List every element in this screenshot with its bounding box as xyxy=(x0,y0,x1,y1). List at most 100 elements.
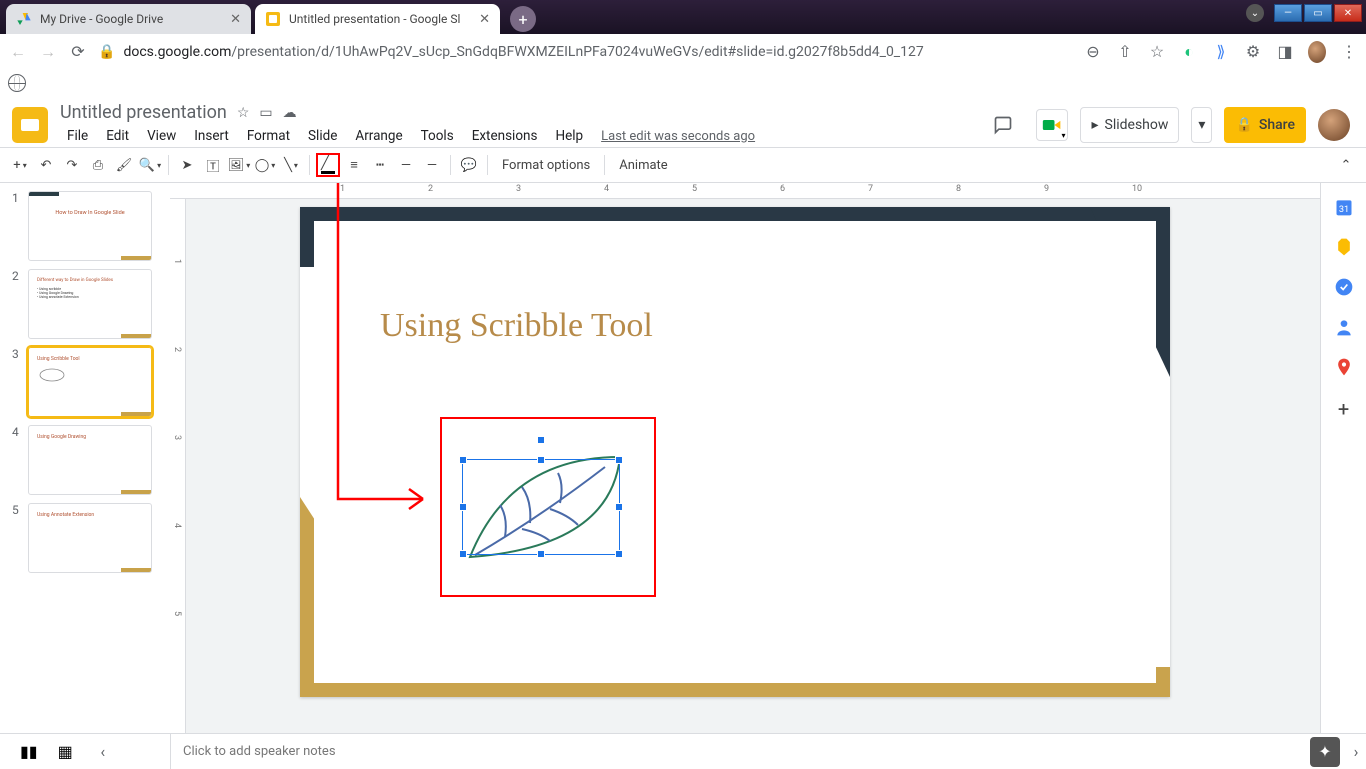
minimize-button[interactable]: — xyxy=(1274,4,1302,22)
slideshow-button[interactable]: ▸ Slideshow xyxy=(1080,107,1179,143)
slide-editor[interactable]: Using Scribble Tool xyxy=(300,207,1170,697)
add-addon-button[interactable]: + xyxy=(1338,397,1349,421)
profile-avatar[interactable] xyxy=(1308,43,1326,61)
browser-tab-slides[interactable]: Untitled presentation - Google Sl ✕ xyxy=(255,4,500,34)
filmstrip-view-button[interactable]: ▮▮ xyxy=(20,742,38,761)
menu-format[interactable]: Format xyxy=(240,125,297,147)
resize-handle-ne[interactable] xyxy=(615,456,623,464)
comments-button[interactable] xyxy=(982,107,1024,143)
print-button[interactable]: ⎙ xyxy=(86,153,110,177)
maximize-button[interactable]: ▭ xyxy=(1304,4,1332,22)
textbox-tool[interactable]: 🅃 xyxy=(201,153,225,177)
close-icon[interactable]: ✕ xyxy=(479,12,490,27)
slide-title-text[interactable]: Using Scribble Tool xyxy=(380,307,653,345)
reload-button[interactable]: ⟳ xyxy=(68,42,88,62)
contacts-icon[interactable] xyxy=(1334,317,1354,337)
thumb-slide-3[interactable]: Using Scribble Tool xyxy=(28,347,152,417)
close-icon[interactable]: ✕ xyxy=(230,12,241,27)
maps-icon[interactable] xyxy=(1334,357,1354,377)
cloud-icon[interactable]: ☁ xyxy=(283,105,297,121)
collapse-toolbar-button[interactable]: ⌃ xyxy=(1334,153,1358,177)
menu-help[interactable]: Help xyxy=(548,125,590,147)
move-icon[interactable]: ▭ xyxy=(259,105,272,121)
slides-logo-icon[interactable] xyxy=(12,107,48,143)
thumb-slide-1[interactable]: How to Draw In Google Slide xyxy=(28,191,152,261)
tasks-icon[interactable] xyxy=(1334,277,1354,297)
doc-title[interactable]: Untitled presentation xyxy=(60,102,227,123)
resize-handle-nw[interactable] xyxy=(459,456,467,464)
meet-button[interactable]: ▾ xyxy=(1036,109,1068,141)
menu-slide[interactable]: Slide xyxy=(301,125,344,147)
undo-button[interactable]: ↶ xyxy=(34,153,58,177)
collapse-filmstrip-button[interactable]: ‹ xyxy=(93,742,113,761)
explore-button[interactable]: ✦ xyxy=(1310,737,1340,767)
line-end-button[interactable]: — xyxy=(420,153,444,177)
thumb-slide-5[interactable]: Using Annotate Extension xyxy=(28,503,152,573)
paint-format-button[interactable]: 🖌 xyxy=(112,153,136,177)
filmstrip[interactable]: 1How to Draw In Google Slide 2Different … xyxy=(0,183,170,733)
select-tool[interactable]: ➤ xyxy=(175,153,199,177)
star-outline-icon[interactable]: ☆ xyxy=(237,105,250,121)
menu-arrange[interactable]: Arrange xyxy=(348,125,409,147)
menu-edit[interactable]: Edit xyxy=(99,125,136,147)
forward-button[interactable]: → xyxy=(38,42,58,62)
resize-handle-n[interactable] xyxy=(537,456,545,464)
browser-tab-drive[interactable]: My Drive - Google Drive ✕ xyxy=(6,4,251,34)
vertical-ruler[interactable]: 12345 xyxy=(170,199,186,733)
extension-icon[interactable]: ◐ xyxy=(1180,43,1198,61)
line-tool[interactable]: ╲ xyxy=(279,153,303,177)
window-close-button[interactable]: ✕ xyxy=(1334,4,1362,22)
keep-icon[interactable] xyxy=(1334,237,1354,257)
url-field[interactable]: 🔒 docs.google.com/presentation/d/1UhAwPq… xyxy=(98,44,1074,60)
cast-icon[interactable]: ⟫ xyxy=(1212,43,1230,61)
share-button[interactable]: 🔒 Share xyxy=(1224,107,1306,143)
thumb-slide-4[interactable]: Using Google Drawing xyxy=(28,425,152,495)
format-options-button[interactable]: Format options xyxy=(494,158,598,173)
drive-icon xyxy=(16,11,32,27)
account-avatar[interactable] xyxy=(1318,109,1350,141)
horizontal-ruler[interactable]: 12345678910 xyxy=(170,183,1320,199)
grid-view-button[interactable]: ▦ xyxy=(58,742,73,761)
menu-tools[interactable]: Tools xyxy=(414,125,461,147)
extensions-icon[interactable]: ⚙ xyxy=(1244,43,1262,61)
line-dash-button[interactable]: ┅ xyxy=(368,153,392,177)
menu-extensions[interactable]: Extensions xyxy=(465,125,545,147)
collapse-side-panel-button[interactable]: › xyxy=(1346,742,1366,761)
line-weight-button[interactable]: ≡ xyxy=(342,153,366,177)
thumb-title: Using Scribble Tool xyxy=(37,356,143,362)
thumb-slide-2[interactable]: Different way to Draw in Google Slides• … xyxy=(28,269,152,339)
redo-button[interactable]: ↷ xyxy=(60,153,84,177)
resize-handle-e[interactable] xyxy=(615,503,623,511)
last-edit-link[interactable]: Last edit was seconds ago xyxy=(594,126,762,147)
canvas[interactable]: 12345678910 12345 Using Scribble Tool xyxy=(170,183,1320,733)
resize-handle-sw[interactable] xyxy=(459,550,467,558)
line-start-button[interactable]: — xyxy=(394,153,418,177)
resize-handle-se[interactable] xyxy=(615,550,623,558)
line-color-button[interactable]: ╱ xyxy=(316,153,340,177)
menu-insert[interactable]: Insert xyxy=(187,125,236,147)
share-page-icon[interactable]: ⇧ xyxy=(1116,43,1134,61)
zoom-button[interactable]: 🔍 xyxy=(138,153,162,177)
speaker-notes-input[interactable]: Click to add speaker notes xyxy=(170,734,1304,769)
side-panel-icon[interactable]: ◨ xyxy=(1276,43,1294,61)
kebab-icon[interactable]: ⋮ xyxy=(1340,43,1358,61)
menu-file[interactable]: File xyxy=(60,125,95,147)
calendar-icon[interactable]: 31 xyxy=(1334,197,1354,217)
new-slide-button[interactable]: + xyxy=(8,153,32,177)
shape-tool[interactable]: ◯ xyxy=(253,153,277,177)
animate-button[interactable]: Animate xyxy=(611,158,675,173)
rotate-handle[interactable] xyxy=(537,436,545,444)
resize-handle-s[interactable] xyxy=(537,550,545,558)
chevron-down-icon[interactable]: ⌄ xyxy=(1246,4,1264,22)
zoom-icon[interactable]: ⊖ xyxy=(1084,43,1102,61)
selection-box[interactable] xyxy=(462,459,620,555)
star-icon[interactable]: ☆ xyxy=(1148,43,1166,61)
resize-handle-w[interactable] xyxy=(459,503,467,511)
back-button[interactable]: ← xyxy=(8,42,28,62)
new-tab-button[interactable]: + xyxy=(510,6,536,32)
slideshow-dropdown[interactable]: ▾ xyxy=(1191,107,1212,143)
comment-tool[interactable]: 💬 xyxy=(457,153,481,177)
menu-view[interactable]: View xyxy=(140,125,183,147)
image-tool[interactable]: 🖼 xyxy=(227,153,251,177)
globe-icon[interactable] xyxy=(8,74,26,92)
